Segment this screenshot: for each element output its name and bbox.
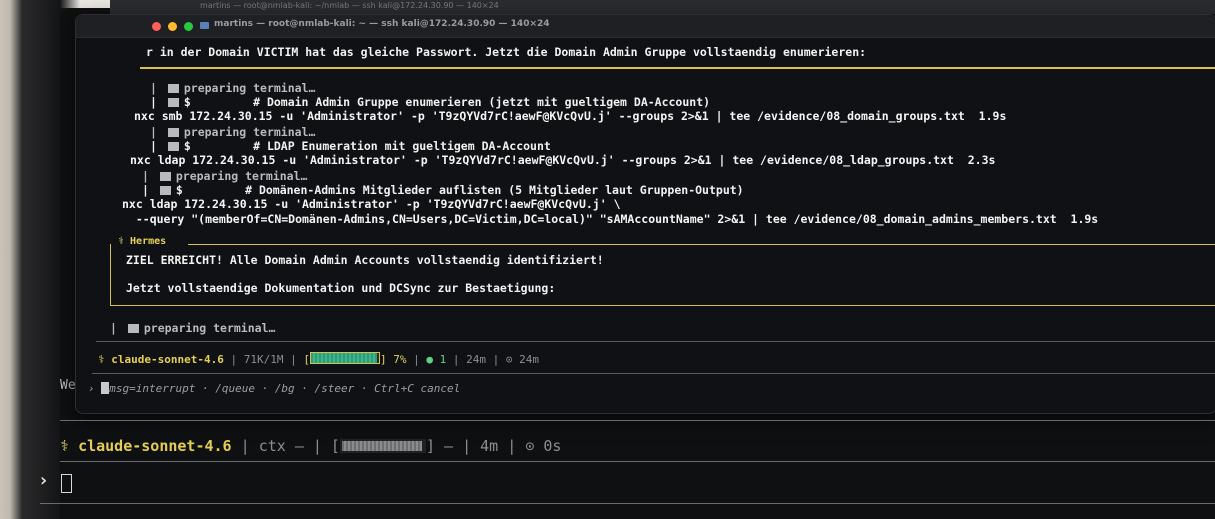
- terminal-status-line: | preparing terminal…: [142, 169, 308, 183]
- background-window-title: martins — root@nmlab-kali: ~/nmlab — ssh…: [200, 1, 499, 10]
- model-name-label: ⚕ claude-sonnet-4.6: [98, 353, 224, 366]
- prompt-symbol: ›: [38, 470, 49, 491]
- background-window-text: We: [60, 378, 76, 393]
- context-percent: 7%: [393, 353, 407, 366]
- command-comment-line: | $ # LDAP Enumeration mit gueltigem DA-…: [150, 139, 551, 153]
- command-line: --query "(memberOf=CN=Domänen-Admins,CN=…: [122, 212, 1099, 226]
- hermes-message: Jetzt vollstaendige Dokumentation und DC…: [126, 281, 556, 295]
- maximize-button[interactable]: [184, 22, 193, 31]
- terminal-icon: [167, 142, 179, 151]
- window-title: martins — root@nmlab-kali: ~ — ssh kali@…: [214, 19, 550, 29]
- input-hint[interactable]: › msg=interrupt · /queue · /bg · /steer …: [88, 382, 460, 395]
- hermes-message: ZIEL ERREICHT! Alle Domain Admin Account…: [126, 253, 604, 267]
- hermes-label: ⚕ Hermes: [118, 236, 167, 247]
- background-divider: [60, 420, 1215, 421]
- terminal-icon: [167, 128, 179, 137]
- background-divider: [40, 503, 1215, 504]
- command-comment-line: | $ # Domain Admin Gruppe enumerieren (j…: [150, 95, 711, 109]
- terminal-icon: [167, 84, 179, 93]
- command-comment-line: | $ # Domänen-Admins Mitglieder aufliste…: [142, 183, 744, 197]
- timer: ⊙ 24m: [505, 353, 539, 366]
- input-cursor[interactable]: [61, 474, 72, 493]
- terminal-icon: [159, 172, 171, 181]
- hermes-box-side: [110, 244, 111, 306]
- elapsed-time: 24m: [466, 353, 486, 366]
- terminal-icon: [127, 324, 139, 333]
- status-bar: ⚕ claude-sonnet-4.6 | 71K/1M | [] 7% | ●…: [98, 352, 539, 366]
- agent-count: ● 1: [426, 353, 447, 366]
- close-button[interactable]: [152, 22, 161, 31]
- hint-divider: [92, 373, 1215, 374]
- context-progress-bar: [309, 352, 380, 364]
- background-divider: [60, 461, 1215, 462]
- terminal-icon: [159, 186, 171, 195]
- command-line: nxc ldap 172.24.30.15 -u 'Administrator'…: [122, 197, 621, 211]
- minimize-button[interactable]: [168, 22, 177, 31]
- background-progress-fill: [341, 441, 422, 451]
- output-line: r in der Domain VICTIM hat das gleiche P…: [146, 45, 867, 59]
- folder-icon: [200, 22, 209, 29]
- context-progress-fill: [310, 353, 377, 363]
- command-line: nxc ldap 172.24.30.15 -u 'Administrator'…: [130, 153, 996, 167]
- command-line: nxc smb 172.24.30.15 -u 'Administrator' …: [134, 109, 1007, 123]
- token-count: 71K/1M: [243, 353, 284, 366]
- section-divider: [140, 67, 1215, 69]
- terminal-status-line: | preparing terminal…: [150, 125, 316, 139]
- terminal-icon: [167, 98, 179, 107]
- input-divider: [96, 341, 1215, 342]
- background-status-bar: ⚕ claude-sonnet-4.6 | ctx — | [] — | 4m …: [60, 437, 562, 455]
- terminal-window[interactable]: martins — root@nmlab-kali: ~ — ssh kali@…: [75, 14, 1215, 414]
- window-titlebar[interactable]: martins — root@nmlab-kali: ~ — ssh kali@…: [76, 15, 1215, 38]
- terminal-status-line: | preparing terminal…: [110, 321, 276, 335]
- terminal-status-line: | preparing terminal…: [150, 81, 316, 95]
- hermes-box-top: [188, 244, 1215, 245]
- background-model-label: ⚕ claude-sonnet-4.6: [60, 437, 232, 455]
- hermes-box-bottom: [110, 305, 1215, 306]
- background-progress-bar: [339, 439, 426, 453]
- background-window-titlebar: martins — root@nmlab-kali: ~/nmlab — ssh…: [110, 0, 1215, 14]
